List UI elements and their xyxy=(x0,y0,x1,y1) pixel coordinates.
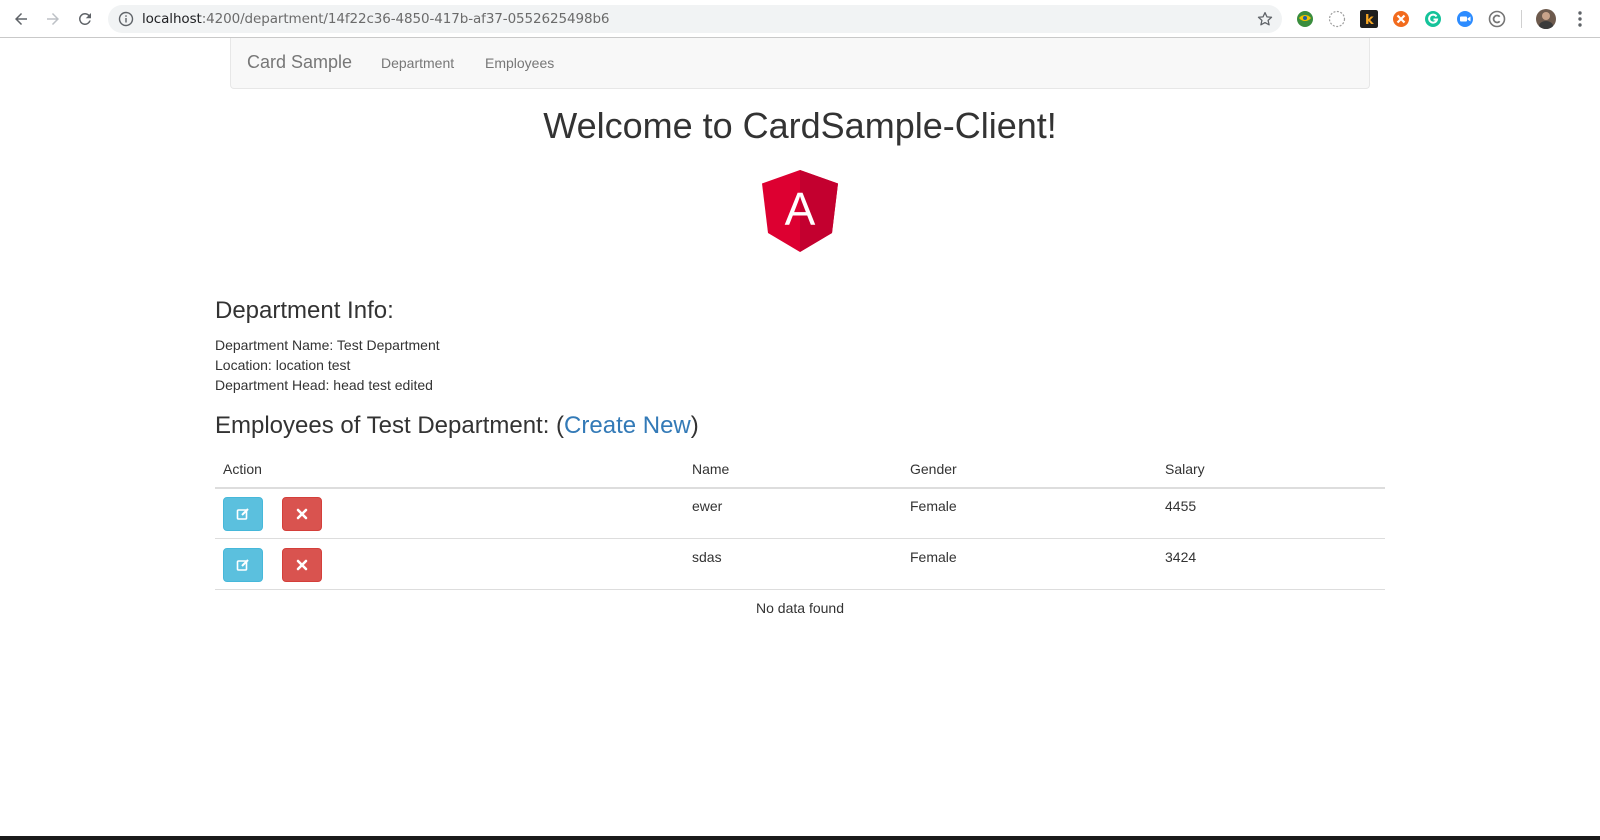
column-header-gender: Gender xyxy=(910,461,957,477)
employees-heading: Employees of Test Department: (Create Ne… xyxy=(215,412,699,440)
extension-globe-icon[interactable] xyxy=(1296,10,1314,28)
edit-button[interactable] xyxy=(223,497,263,531)
nav-link-department[interactable]: Department xyxy=(381,55,454,71)
extension-c-icon[interactable] xyxy=(1488,10,1506,28)
angular-logo-icon: A xyxy=(762,170,838,252)
menu-icon[interactable] xyxy=(1572,9,1588,29)
app-navbar: Card Sample Department Employees xyxy=(230,38,1370,89)
extension-k-icon[interactable]: k xyxy=(1360,10,1378,28)
address-bar[interactable]: localhost:4200/department/14f22c36-4850-… xyxy=(108,5,1282,33)
extension-orange-icon[interactable] xyxy=(1392,10,1410,28)
toolbar-divider xyxy=(1521,10,1522,28)
delete-button[interactable] xyxy=(282,548,322,582)
department-head: Department Head: head test edited xyxy=(215,377,433,393)
browser-toolbar: localhost:4200/department/14f22c36-4850-… xyxy=(0,0,1600,38)
navbar-brand[interactable]: Card Sample xyxy=(247,52,352,73)
row-divider xyxy=(215,589,1385,590)
edit-icon xyxy=(236,559,249,571)
edit-icon xyxy=(236,508,249,520)
row-divider xyxy=(215,538,1385,539)
employees-heading-prefix: Employees of Test Department: ( xyxy=(215,412,565,439)
column-header-name: Name xyxy=(692,461,730,477)
back-button[interactable] xyxy=(9,7,33,31)
url-text: localhost:4200/department/14f22c36-4850-… xyxy=(142,11,610,27)
delete-button[interactable] xyxy=(282,497,322,531)
cell-gender: Female xyxy=(910,498,957,514)
department-location: Location: location test xyxy=(215,357,351,373)
cell-salary: 4455 xyxy=(1165,498,1197,514)
reload-icon xyxy=(78,12,91,25)
forward-button[interactable] xyxy=(41,7,65,31)
column-header-salary: Salary xyxy=(1165,461,1205,477)
avatar[interactable] xyxy=(1536,9,1556,29)
zoom-icon[interactable] xyxy=(1456,10,1474,28)
svg-text:k: k xyxy=(1365,13,1374,28)
close-icon xyxy=(296,508,308,520)
cell-salary: 3424 xyxy=(1165,549,1197,565)
department-info-heading: Department Info: xyxy=(215,297,394,324)
edit-button[interactable] xyxy=(223,548,263,582)
forward-icon xyxy=(47,13,59,25)
cell-gender: Female xyxy=(910,549,957,565)
create-new-link[interactable]: Create New xyxy=(564,412,691,439)
cell-name: sdas xyxy=(692,549,722,565)
nav-link-employees[interactable]: Employees xyxy=(485,55,554,71)
window-bottom-edge xyxy=(0,836,1600,840)
info-icon[interactable] xyxy=(118,11,134,27)
table-header-divider xyxy=(215,487,1385,489)
grammarly-icon[interactable] xyxy=(1424,10,1442,28)
url-path: :4200/department/14f22c36-4850-417b-af37… xyxy=(201,11,610,27)
cell-name: ewer xyxy=(692,498,723,514)
employees-heading-suffix: ) xyxy=(690,412,699,439)
extension-dotted-icon[interactable] xyxy=(1328,10,1346,28)
reload-button[interactable] xyxy=(73,7,97,31)
star-icon[interactable] xyxy=(1256,10,1274,28)
back-icon xyxy=(15,13,27,25)
department-name: Department Name: Test Department xyxy=(215,337,440,353)
page-title: Welcome to CardSample-Client! xyxy=(543,105,1057,146)
close-icon xyxy=(296,559,308,571)
empty-state-text: No data found xyxy=(756,600,844,616)
column-header-action: Action xyxy=(223,461,262,477)
url-host: localhost xyxy=(142,11,202,27)
logo-letter: A xyxy=(785,183,816,235)
